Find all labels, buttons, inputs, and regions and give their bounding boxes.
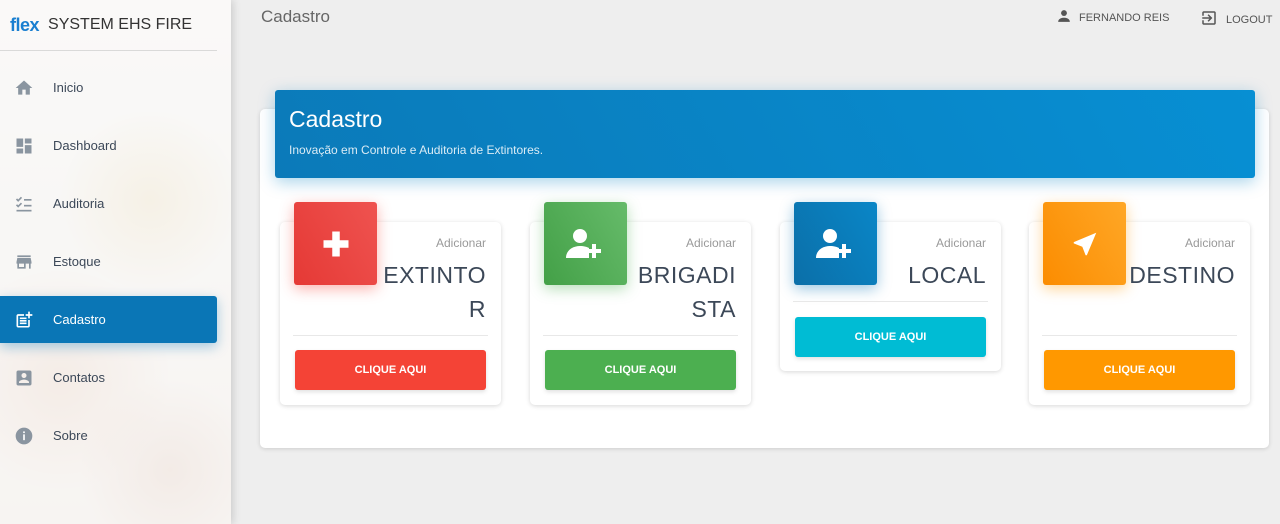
- divider: [293, 335, 488, 336]
- divider: [543, 335, 738, 336]
- sidebar-item-label: Auditoria: [53, 196, 105, 211]
- card-subtitle: Inovação em Controle e Auditoria de Exti…: [289, 143, 544, 157]
- sidebar-item-label: Cadastro: [53, 312, 106, 327]
- user-menu[interactable]: FERNANDO REIS: [1057, 9, 1169, 26]
- card-value: EXTINTOR: [383, 262, 486, 322]
- card-local: Adicionar LOCAL CLIQUE AQUI: [780, 202, 1001, 371]
- navigation-icon: [1043, 202, 1126, 285]
- logout-label: LOGOUT: [1226, 13, 1273, 26]
- add-destino-button[interactable]: CLIQUE AQUI: [1044, 350, 1235, 390]
- brand-logo: flex: [10, 14, 40, 35]
- post-add-icon: [14, 310, 34, 330]
- store-icon: [14, 252, 34, 272]
- person-icon: [1057, 9, 1079, 26]
- add-local-button[interactable]: CLIQUE AQUI: [795, 317, 986, 357]
- card-destino: Adicionar DESTINO CLIQUE AQUI: [1029, 202, 1250, 405]
- card-brigadista: Adicionar BRIGADISTA CLIQUE AQUI: [530, 202, 751, 405]
- dashboard-icon: [14, 136, 34, 156]
- sidebar-nav: Inicio Dashboard Auditoria Estoque Cadas…: [0, 64, 231, 459]
- sidebar-item-inicio[interactable]: Inicio: [0, 64, 217, 111]
- add-user-icon: [544, 202, 627, 285]
- logout-button[interactable]: LOGOUT: [1200, 9, 1272, 30]
- info-icon: [14, 426, 34, 446]
- card-category: Adicionar: [1184, 236, 1235, 250]
- card-value: DESTINO: [1129, 262, 1235, 288]
- sidebar-item-dashboard[interactable]: Dashboard: [0, 122, 217, 169]
- sidebar-item-auditoria[interactable]: Auditoria: [0, 180, 217, 227]
- home-icon: [14, 78, 34, 98]
- add-extintor-button[interactable]: CLIQUE AQUI: [295, 350, 486, 390]
- divider: [793, 301, 988, 302]
- brand-name: SYSTEM EHS FIRE: [48, 16, 193, 33]
- page-title: Cadastro: [261, 7, 330, 26]
- checklist-icon: [14, 194, 34, 214]
- card-value: BRIGADISTA: [637, 262, 736, 322]
- divider: [1042, 335, 1237, 336]
- user-name: FERNANDO REIS: [1079, 11, 1170, 24]
- logout-icon: [1200, 9, 1226, 30]
- add-user-icon: [794, 202, 877, 285]
- sidebar-item-contatos[interactable]: Contatos: [0, 354, 217, 401]
- card-category: Adicionar: [935, 236, 986, 250]
- plus-icon: [294, 202, 377, 285]
- sidebar-item-label: Dashboard: [53, 138, 117, 153]
- card-category: Adicionar: [685, 236, 736, 250]
- add-brigadista-button[interactable]: CLIQUE AQUI: [545, 350, 736, 390]
- sidebar-item-sobre[interactable]: Sobre: [0, 412, 217, 459]
- sidebar-item-label: Inicio: [53, 80, 84, 95]
- sidebar: flex SYSTEM EHS FIRE Inicio Dashboard Au…: [0, 0, 231, 524]
- card-header: Cadastro Inovação em Controle e Auditori…: [275, 90, 1255, 178]
- brand[interactable]: flex SYSTEM EHS FIRE: [0, 0, 217, 51]
- card-category: Adicionar: [435, 236, 486, 250]
- card-extintor: Adicionar EXTINTOR CLIQUE AQUI: [280, 202, 501, 405]
- sidebar-item-label: Sobre: [53, 428, 88, 443]
- contact-icon: [14, 368, 34, 388]
- card-value: LOCAL: [908, 262, 986, 288]
- sidebar-item-cadastro[interactable]: Cadastro: [0, 296, 217, 343]
- topbar: Cadastro FERNANDO REIS LOGOUT: [231, 0, 1280, 36]
- sidebar-item-label: Contatos: [53, 370, 106, 385]
- sidebar-item-label: Estoque: [53, 254, 101, 269]
- card-title: Cadastro: [289, 106, 383, 132]
- sidebar-item-estoque[interactable]: Estoque: [0, 238, 217, 285]
